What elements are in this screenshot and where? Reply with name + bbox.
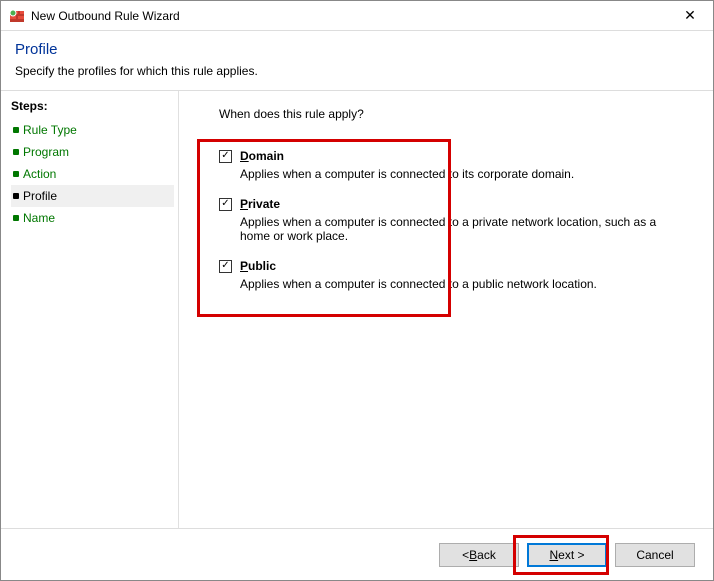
next-button[interactable]: Next > <box>527 543 607 567</box>
bullet-icon <box>13 193 19 199</box>
checkbox-private-desc: Applies when a computer is connected to … <box>240 215 670 243</box>
back-button[interactable]: < Back <box>439 543 519 567</box>
bullet-icon <box>13 215 19 221</box>
checkbox-public-desc: Applies when a computer is connected to … <box>240 277 670 291</box>
checkbox-public-label: Public <box>240 259 276 273</box>
cancel-button[interactable]: Cancel <box>615 543 695 567</box>
page-title: Profile <box>15 41 699 58</box>
option-public: ✓ Public Applies when a computer is conn… <box>219 259 693 291</box>
checkbox-domain-label: Domain <box>240 149 284 163</box>
checkbox-private[interactable]: ✓ <box>219 198 232 211</box>
titlebar: New Outbound Rule Wizard ✕ <box>1 1 713 31</box>
firewall-icon <box>9 8 25 24</box>
page-description: Specify the profiles for which this rule… <box>15 64 699 78</box>
step-name[interactable]: Name <box>11 207 174 229</box>
step-action[interactable]: Action <box>11 163 174 185</box>
steps-sidebar: Steps: Rule Type Program Action Profile … <box>1 91 179 528</box>
steps-heading: Steps: <box>11 99 174 113</box>
option-domain: ✓ Domain Applies when a computer is conn… <box>219 149 693 181</box>
close-button[interactable]: ✕ <box>667 1 713 31</box>
wizard-footer: < Back Next > Cancel <box>1 528 713 580</box>
step-rule-type[interactable]: Rule Type <box>11 119 174 141</box>
checkbox-public[interactable]: ✓ <box>219 260 232 273</box>
bullet-icon <box>13 149 19 155</box>
step-profile[interactable]: Profile <box>11 185 174 207</box>
wizard-window: New Outbound Rule Wizard ✕ Profile Speci… <box>0 0 714 581</box>
bullet-icon <box>13 171 19 177</box>
checkbox-domain-desc: Applies when a computer is connected to … <box>240 167 670 181</box>
wizard-content: When does this rule apply? ✓ Domain Appl… <box>179 91 713 528</box>
checkbox-domain[interactable]: ✓ <box>219 150 232 163</box>
step-program[interactable]: Program <box>11 141 174 163</box>
window-title: New Outbound Rule Wizard <box>31 9 667 23</box>
prompt-text: When does this rule apply? <box>219 107 693 121</box>
option-private: ✓ Private Applies when a computer is con… <box>219 197 693 243</box>
bullet-icon <box>13 127 19 133</box>
wizard-header: Profile Specify the profiles for which t… <box>1 31 713 91</box>
checkbox-private-label: Private <box>240 197 280 211</box>
